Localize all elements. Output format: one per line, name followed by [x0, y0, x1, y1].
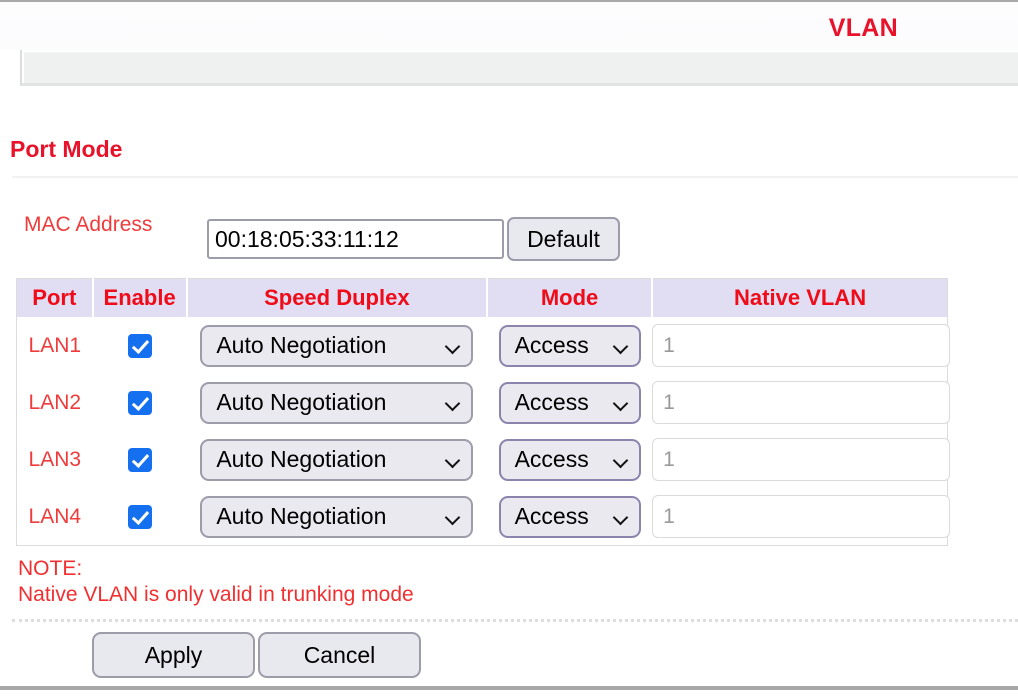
port-cell: LAN3 [16, 431, 93, 488]
mode-select-lan4[interactable]: Access [498, 495, 641, 538]
port-label: LAN3 [28, 447, 82, 471]
mode-select-lan2[interactable]: Access [498, 381, 641, 424]
default-button[interactable]: Default [507, 217, 620, 261]
native-vlan-input-lan4[interactable] [652, 495, 951, 538]
mac-address-input[interactable] [207, 219, 504, 259]
mac-address-label: MAC Address [24, 213, 153, 236]
enable-checkbox-lan3[interactable] [127, 447, 152, 472]
enable-cell [92, 431, 187, 488]
port-cell: LAN1 [16, 317, 93, 374]
mode-cell: Access [486, 488, 653, 546]
mode-cell: Access [486, 431, 653, 488]
port-cell: LAN2 [16, 374, 93, 431]
table-row: LAN3 Auto Negotiation Access [16, 431, 951, 488]
port-label: LAN4 [28, 504, 82, 528]
speed-duplex-select-wrap: Auto Negotiation [200, 324, 474, 367]
note-block: NOTE: Native VLAN is only valid in trunk… [18, 556, 414, 608]
table-row: LAN4 Auto Negotiation Access [16, 488, 951, 546]
note-text: Native VLAN is only valid in trunking mo… [18, 583, 414, 606]
native-vlan-input-lan3[interactable] [652, 438, 951, 481]
native-vlan-cell [652, 374, 951, 431]
speed-duplex-cell: Auto Negotiation [186, 488, 487, 546]
table-row: LAN1 Auto Negotiation Access [16, 317, 951, 374]
native-vlan-input-lan1[interactable] [652, 324, 951, 367]
mode-cell: Access [486, 317, 653, 374]
port-mode-table: Port Enable Speed Duplex Mode Native VLA… [16, 278, 951, 546]
port-label: LAN2 [28, 390, 82, 414]
mode-select-lan1[interactable]: Access [498, 324, 641, 367]
nav-strip-inner [22, 52, 1018, 83]
native-vlan-input-lan2[interactable] [652, 381, 951, 424]
column-header-port: Port [16, 278, 94, 317]
mode-select-wrap: Access [498, 324, 641, 367]
page-title: VLAN [828, 14, 898, 42]
enable-cell [92, 488, 187, 546]
enable-checkbox-lan2[interactable] [127, 390, 152, 415]
speed-duplex-select-lan3[interactable]: Auto Negotiation [200, 438, 474, 481]
apply-button[interactable]: Apply [92, 632, 255, 678]
speed-duplex-cell: Auto Negotiation [186, 374, 487, 431]
mode-select-lan3[interactable]: Access [498, 438, 641, 481]
port-cell: LAN4 [16, 488, 93, 546]
column-header-enable: Enable [92, 278, 188, 317]
speed-duplex-cell: Auto Negotiation [186, 431, 487, 488]
column-header-native-vlan: Native VLAN [652, 278, 948, 317]
speed-duplex-cell: Auto Negotiation [186, 317, 487, 374]
top-banner: VLAN [0, 0, 1018, 50]
note-label: NOTE: [18, 557, 83, 580]
speed-duplex-select-wrap: Auto Negotiation [200, 438, 474, 481]
enable-checkbox-lan4[interactable] [127, 504, 152, 529]
column-header-mode: Mode [486, 278, 654, 317]
enable-cell [92, 374, 187, 431]
section-title: Port Mode [10, 136, 123, 162]
native-vlan-cell [652, 488, 951, 546]
table-row: LAN2 Auto Negotiation Access [16, 374, 951, 431]
mode-select-wrap: Access [498, 381, 641, 424]
enable-checkbox-lan1[interactable] [127, 333, 152, 358]
speed-duplex-select-lan4[interactable]: Auto Negotiation [200, 495, 474, 538]
mode-cell: Access [486, 374, 653, 431]
column-header-speed-duplex: Speed Duplex [186, 278, 488, 317]
speed-duplex-select-lan1[interactable]: Auto Negotiation [200, 324, 474, 367]
speed-duplex-select-wrap: Auto Negotiation [200, 381, 474, 424]
native-vlan-cell [652, 431, 951, 488]
native-vlan-cell [652, 317, 951, 374]
bottom-border [0, 686, 1018, 690]
speed-duplex-select-wrap: Auto Negotiation [200, 495, 474, 538]
enable-cell [92, 317, 187, 374]
vlan-page: VLAN Port Mode MAC Address Default Port … [0, 0, 1018, 699]
cancel-button[interactable]: Cancel [258, 632, 421, 678]
section-divider [12, 176, 1018, 178]
nav-strip [20, 50, 1018, 86]
footer-divider [12, 619, 1018, 622]
table-header-row: Port Enable Speed Duplex Mode Native VLA… [16, 278, 948, 317]
port-label: LAN1 [28, 333, 82, 357]
mode-select-wrap: Access [498, 495, 641, 538]
speed-duplex-select-lan2[interactable]: Auto Negotiation [200, 381, 474, 424]
mode-select-wrap: Access [498, 438, 641, 481]
